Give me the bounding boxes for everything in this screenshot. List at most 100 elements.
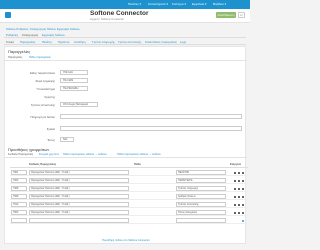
tab-products[interactable]: Προϊόντα — [58, 40, 69, 44]
field-select[interactable]: Τύπος Ανοίγματος — [176, 210, 226, 215]
field-select[interactable]: Αριθμός δόσεων — [176, 194, 226, 199]
nav-item[interactable]: Καταστήματα ▾ — [148, 2, 168, 6]
tab-customers[interactable]: Πελάτες — [42, 40, 52, 44]
delete-icon[interactable] — [242, 171, 245, 174]
label-field[interactable]: Παραγγελίας Πελατών (Mtrl - Trndtl.) — [29, 186, 129, 191]
copy-icon[interactable] — [238, 195, 241, 198]
add-icon[interactable] — [242, 219, 245, 222]
shipping-method-select[interactable]: ΟΧΙ-Χωρίς Μεταφορά — [60, 102, 98, 107]
code-field[interactable] — [11, 218, 27, 223]
tab-logs[interactable]: Logs — [180, 40, 186, 44]
table-row: 7002 Παραγγελίας Πελατών (Mtrl - Trndtl.… — [10, 177, 248, 184]
edit-icon[interactable] — [234, 211, 237, 214]
series-field[interactable]: ΠΑ ΛΙΑΝ — [60, 78, 88, 83]
subtab-user-data[interactable]: Στοιχεία χρηστών — [39, 153, 59, 156]
column-header: Ενέργεια — [230, 163, 241, 166]
label-field[interactable]: Παραγγελίας Πελατών (Mtrl - Trndtl.) — [29, 202, 129, 207]
breadcrumb-link[interactable]: Καταχώρηση Πεδίων — [30, 27, 56, 31]
copy-icon[interactable] — [238, 211, 241, 214]
code-field[interactable]: 7901 — [11, 170, 27, 175]
tab-settings[interactable]: Ρυθμίσεις — [6, 33, 18, 37]
subtab-order-code[interactable]: Κωδικός Παραγγελίας — [8, 153, 33, 156]
subtab-order-fields-a[interactable]: Πεδία παραγγελίας softone → softone — [63, 153, 107, 156]
add-field-link[interactable]: Προσθήκη πεδίου στο Softone Connector — [1, 239, 251, 242]
code-field[interactable]: 7002 — [11, 178, 27, 183]
tab-order-statuses[interactable]: Καταστάσεις παραγγελίας — [145, 40, 177, 44]
page-subtitle: Αρχική / Softone Connector — [90, 17, 125, 21]
section-title: Παραγγελίες — [8, 49, 31, 54]
copy-icon[interactable] — [238, 203, 241, 206]
row-actions — [234, 211, 246, 215]
subtab-orders[interactable]: Παραγγελίες — [8, 56, 22, 59]
edit-icon[interactable] — [234, 203, 237, 206]
label-field[interactable]: Παραγγελίας Πελατών (Mtrl - Trndtl.) — [29, 178, 129, 183]
comments-field[interactable] — [60, 126, 242, 131]
tab-registration[interactable]: Καταχώρηση — [22, 33, 38, 37]
table-row: 7901 Παραγγελίας Πελατών (Mtrl - Trndtl.… — [10, 169, 248, 176]
row-actions — [234, 171, 246, 175]
code-field[interactable]: 7405 — [11, 186, 27, 191]
field-select[interactable]: ΠΕΛΑΤΗΣ — [176, 170, 226, 175]
branch-field[interactable]: ΠΑ-ΠΩΛΗΣΗ — [60, 86, 88, 91]
field-label: Χρήστης — [44, 95, 55, 99]
tab-softone-entries[interactable]: Εγγραφές Softone — [42, 33, 65, 37]
field-label: Τρόπος Αποστολής — [30, 103, 55, 107]
field-label: Τύπος — [47, 138, 55, 142]
installments-field[interactable] — [60, 114, 242, 119]
settings-panel: Παραγγελίες Παραγγελίες Πεδίο παραγγελία… — [4, 46, 248, 244]
column-header: Κωδικός Παραγγελίας — [29, 163, 57, 166]
field-select[interactable]: ΠΑΡΑΓΓΕΛΙΑ — [176, 178, 226, 183]
label-field[interactable]: Παραγγελίας Πελατών (Mtrl - Trndtl.) — [29, 210, 129, 215]
label-field[interactable]: Παραγγελίας Πελατών (Mtrl - Trndtl.) — [29, 194, 129, 199]
row-actions — [234, 203, 246, 207]
nav-item[interactable]: Εργαλεία ▾ — [192, 2, 207, 6]
field-label: Σειρά εγγραφής — [35, 79, 55, 83]
code-field[interactable]: 7526 — [11, 194, 27, 199]
tab-shipping-methods[interactable]: Τρόποι αποστολής — [118, 40, 141, 44]
subtab-order-fields-b[interactable]: Πεδία παραγγελίας softone → softone — [117, 153, 161, 156]
tab-warehouse[interactable]: Αποθήκη — [74, 40, 85, 44]
code-field[interactable]: 7502 — [11, 210, 27, 215]
label-field[interactable]: Παραγγελίας Πελατών (Mtrl - Trndtl.) — [29, 170, 129, 175]
delete-icon[interactable] — [242, 211, 245, 214]
page-title: Softone Connector — [90, 10, 149, 17]
edit-icon[interactable] — [234, 195, 237, 198]
edit-icon[interactable] — [234, 187, 237, 190]
delete-icon[interactable] — [242, 195, 245, 198]
tab-payment-methods[interactable]: Τρόποι πληρωμής — [92, 40, 115, 44]
field-select[interactable]: Τρόπος αποστολής — [176, 202, 226, 207]
type-select[interactable]: ΝΑΙ — [60, 137, 74, 142]
orders-subtabs: Παραγγελίες Πεδίο παραγγελίας — [5, 56, 247, 61]
copy-icon[interactable] — [238, 187, 241, 190]
copy-icon[interactable] — [238, 179, 241, 182]
row-actions — [234, 179, 246, 183]
breadcrumb-link[interactable]: Softone Ρυθμίσεις — [6, 27, 29, 31]
tab-orders[interactable]: Παραγγελίες — [20, 40, 36, 44]
code-field[interactable]: 7512 — [11, 202, 27, 207]
breadcrumb-link[interactable]: Εγγραφές Softone — [57, 27, 80, 31]
nav-item[interactable]: Πελάτες ▾ — [128, 2, 141, 6]
nav-item[interactable]: Σύστημα ▾ — [172, 2, 186, 6]
secondary-tabs: Γενικά Παραγγελίες Πελάτες Προϊόντα Αποθ… — [4, 40, 246, 45]
document-type-field[interactable]: 7021 ΔΑ — [60, 70, 88, 75]
subtab-order-field[interactable]: Πεδίο παραγγελίας — [29, 56, 51, 59]
row-actions — [234, 195, 246, 199]
additions-subtabs: Κωδικός Παραγγελίας Στοιχεία χρηστών Πεδ… — [5, 153, 247, 158]
field-label: Πληρωμή σε δόσεις — [30, 115, 56, 119]
edit-icon[interactable] — [234, 179, 237, 182]
delete-icon[interactable] — [242, 187, 245, 190]
logo-icon[interactable] — [5, 12, 11, 18]
save-button[interactable]: Αποθήκευση — [216, 12, 236, 18]
field-select[interactable] — [176, 218, 226, 223]
back-button[interactable]: ↩ — [238, 12, 245, 18]
field-select[interactable]: Τρόπος πληρωμής — [176, 186, 226, 191]
field-label: Σχόλια — [46, 127, 55, 131]
tab-general[interactable]: Γενικά — [6, 40, 14, 44]
copy-icon[interactable] — [238, 171, 241, 174]
section-title: Προσθήκες γραμμάτων — [8, 147, 50, 152]
nav-item[interactable]: Βοήθεια ▾ — [213, 2, 226, 6]
edit-icon[interactable] — [234, 171, 237, 174]
delete-icon[interactable] — [242, 203, 245, 206]
label-field[interactable] — [29, 218, 129, 223]
delete-icon[interactable] — [242, 179, 245, 182]
